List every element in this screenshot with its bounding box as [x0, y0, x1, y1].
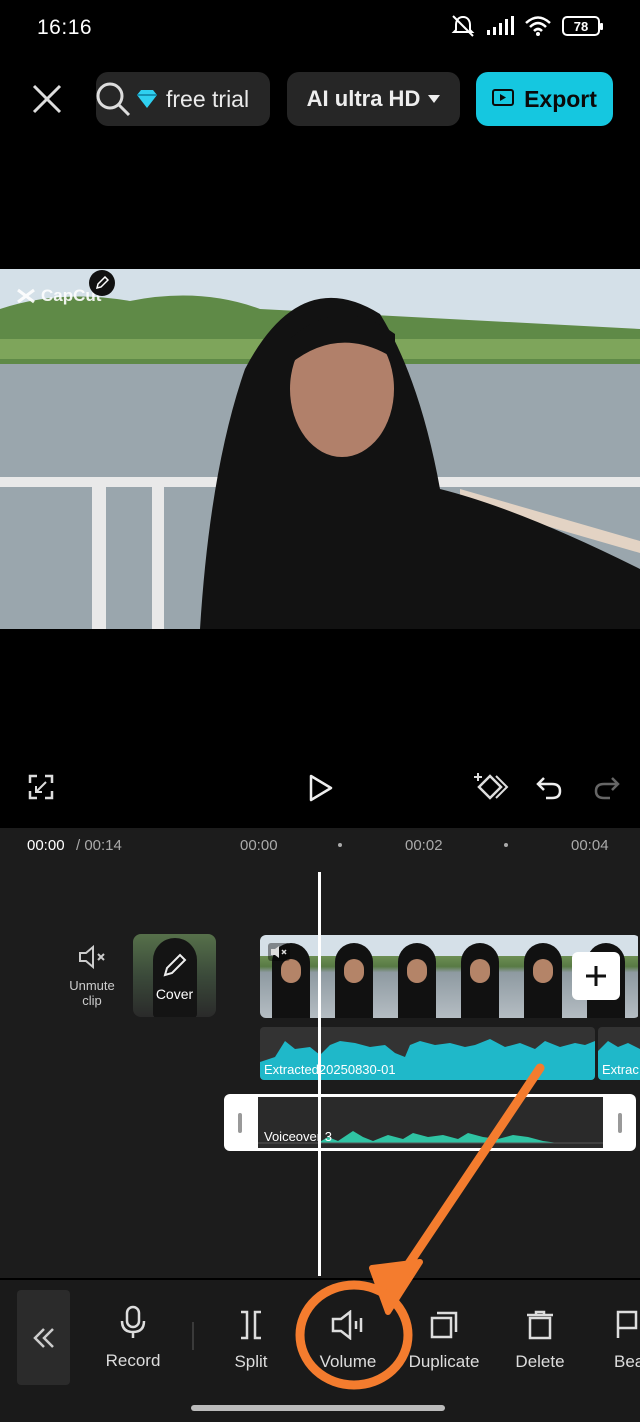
annotation-overlay: [295, 1063, 545, 1390]
home-indicator[interactable]: [191, 1405, 445, 1411]
